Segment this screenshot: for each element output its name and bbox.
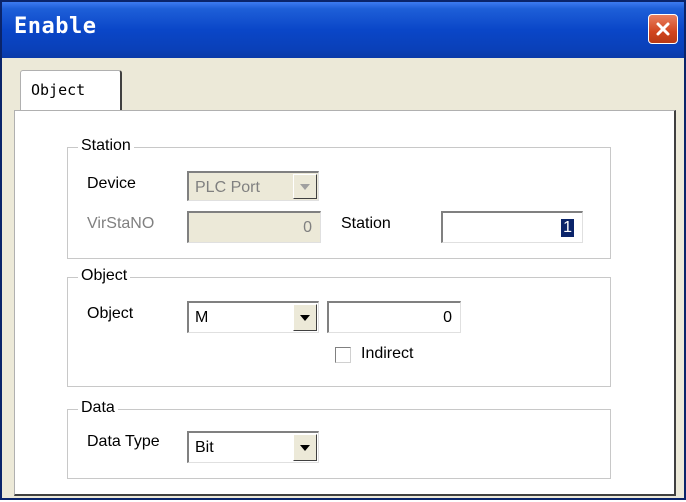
- title-bar[interactable]: Enable: [2, 2, 684, 58]
- station-label: Station: [341, 215, 391, 232]
- virstano-field-value: 0: [303, 219, 312, 236]
- object-type-value: M: [195, 309, 209, 326]
- station-field-value: 1: [561, 219, 574, 237]
- object-type-dropdown-button[interactable]: [293, 304, 317, 331]
- device-select-value: PLC Port: [195, 179, 260, 196]
- data-type-value: Bit: [195, 439, 214, 456]
- tab-object[interactable]: Object: [20, 70, 122, 112]
- close-button[interactable]: [648, 14, 678, 44]
- tab-page-object: Station Device PLC Port VirStaNO 0 Stati…: [14, 110, 676, 496]
- object-type-select[interactable]: M: [187, 301, 319, 333]
- station-field[interactable]: 1: [441, 211, 583, 243]
- object-label: Object: [87, 305, 134, 322]
- tab-object-label: Object: [31, 81, 86, 99]
- virstano-label: VirStaNO: [87, 215, 155, 232]
- indirect-label: Indirect: [361, 345, 414, 362]
- object-group-legend: Object: [78, 267, 131, 285]
- object-address-field[interactable]: 0: [327, 301, 461, 333]
- chevron-down-icon: [300, 314, 310, 321]
- chevron-down-icon: [300, 444, 310, 451]
- indirect-checkbox[interactable]: [335, 347, 351, 363]
- data-type-label: Data Type: [87, 433, 160, 450]
- object-address-value: 0: [443, 309, 452, 326]
- device-label: Device: [87, 175, 136, 192]
- dialog-window: Enable Object Station Device PLC Port Vi…: [0, 0, 686, 500]
- device-select[interactable]: PLC Port: [187, 171, 319, 201]
- station-group-legend: Station: [78, 137, 134, 155]
- data-type-dropdown-button[interactable]: [293, 434, 317, 461]
- chevron-down-icon: [300, 183, 310, 190]
- window-title: Enable: [14, 14, 97, 39]
- data-group-legend: Data: [78, 399, 118, 417]
- data-type-select[interactable]: Bit: [187, 431, 319, 463]
- virstano-field[interactable]: 0: [187, 211, 321, 243]
- close-icon: [656, 22, 670, 36]
- device-select-button[interactable]: [293, 174, 317, 199]
